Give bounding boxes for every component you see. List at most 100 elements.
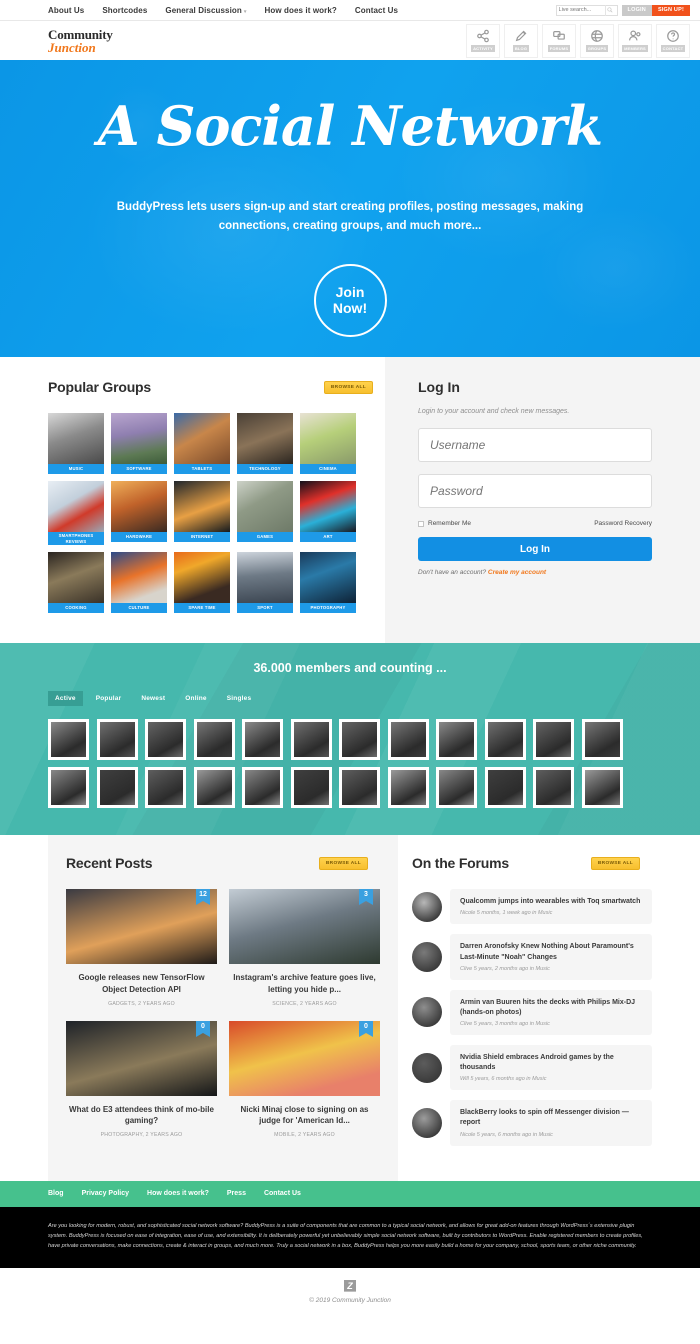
join-now-button[interactable]: Join Now! bbox=[313, 263, 387, 337]
search-box[interactable] bbox=[555, 4, 618, 16]
forum-item[interactable]: BlackBerry looks to spin off Messenger d… bbox=[412, 1100, 652, 1146]
username-input[interactable] bbox=[418, 428, 652, 462]
group-tile[interactable]: COOKING bbox=[48, 552, 104, 614]
member-avatar[interactable] bbox=[242, 719, 283, 761]
group-label: INTERNET bbox=[174, 532, 230, 542]
member-avatar[interactable] bbox=[339, 767, 380, 809]
members-tab-singles[interactable]: Singles bbox=[220, 691, 259, 706]
forum-author-avatar bbox=[412, 997, 442, 1028]
members-section: 36.000 members and counting ... Active Po… bbox=[0, 643, 700, 836]
logo-line-2: Junction bbox=[48, 39, 96, 55]
member-avatar[interactable] bbox=[145, 767, 186, 809]
member-avatar[interactable] bbox=[290, 767, 332, 809]
post-card[interactable]: 0 Nicki Minaj close to signing on as judg… bbox=[229, 1020, 380, 1138]
group-tile[interactable]: SOFTWARE bbox=[111, 413, 167, 474]
site-logo[interactable]: Community Junction bbox=[48, 28, 113, 54]
member-avatar[interactable] bbox=[339, 719, 380, 761]
member-avatar[interactable] bbox=[484, 767, 526, 809]
group-tile[interactable]: SPORT bbox=[237, 552, 293, 614]
member-avatar[interactable] bbox=[436, 719, 477, 761]
group-tile[interactable]: TECHNOLOGY bbox=[237, 413, 293, 474]
forum-item[interactable]: Qualcomm jumps into wearables with Toq s… bbox=[412, 889, 652, 925]
group-tile[interactable]: CULTURE bbox=[111, 552, 167, 614]
login-submit-button[interactable]: Log In bbox=[418, 537, 652, 561]
member-avatar[interactable] bbox=[533, 719, 574, 761]
forum-item[interactable]: Darren Aronofsky Knew Nothing About Para… bbox=[412, 934, 652, 980]
create-account-link[interactable]: Create my account bbox=[488, 569, 546, 576]
footer-nav-item-2[interactable]: How does it work? bbox=[147, 1190, 209, 1197]
post-card[interactable]: 3 Instagram's archive feature goes live, … bbox=[229, 889, 380, 1007]
member-avatar[interactable] bbox=[290, 719, 332, 761]
top-nav-item-0[interactable]: About Us bbox=[48, 6, 84, 15]
top-nav-item-2[interactable]: General Discussion ▾ bbox=[165, 6, 246, 15]
icon-nav-item-forums[interactable]: FORUMS bbox=[542, 23, 576, 58]
member-avatar[interactable] bbox=[242, 767, 283, 809]
hero-title: A Social Network bbox=[97, 94, 603, 158]
search-icon[interactable] bbox=[604, 4, 615, 16]
join-now-line-1: Join bbox=[335, 284, 365, 301]
member-avatar[interactable] bbox=[96, 719, 138, 761]
member-avatar[interactable] bbox=[484, 719, 526, 761]
member-avatar[interactable] bbox=[48, 767, 89, 809]
icon-nav-item-groups[interactable]: GROUPS bbox=[580, 23, 614, 58]
chat-icon bbox=[553, 31, 565, 40]
member-avatar[interactable] bbox=[387, 767, 429, 809]
top-nav-item-3[interactable]: How does it work? bbox=[265, 6, 337, 15]
post-meta: MOBILE, 2 YEARS AGO bbox=[274, 1131, 335, 1138]
groups-browse-all-button[interactable]: BROWSE ALL bbox=[323, 380, 373, 394]
footer-nav-item-0[interactable]: Blog bbox=[48, 1190, 64, 1197]
top-nav-item-1[interactable]: Shortcodes bbox=[102, 6, 147, 15]
group-label: SPORT bbox=[237, 603, 293, 614]
members-tab-newest[interactable]: Newest bbox=[134, 691, 172, 706]
member-avatar[interactable] bbox=[193, 767, 235, 809]
login-button[interactable]: LOGIN bbox=[621, 4, 652, 16]
group-tile[interactable]: TABLETS bbox=[174, 413, 230, 474]
password-input[interactable] bbox=[418, 474, 652, 508]
members-tab-active[interactable]: Active bbox=[48, 691, 83, 707]
group-tile[interactable]: INTERNET bbox=[174, 481, 230, 545]
member-avatar[interactable] bbox=[436, 767, 477, 809]
post-card[interactable]: 12 Google releases new TensorFlow Object … bbox=[66, 889, 217, 1007]
member-avatar[interactable] bbox=[533, 767, 574, 809]
group-tile[interactable]: SMARTPHONES REVIEWS bbox=[48, 481, 104, 546]
group-tile[interactable]: ART bbox=[300, 481, 356, 545]
members-avatars bbox=[0, 719, 700, 809]
group-tile[interactable]: MUSIC bbox=[48, 413, 104, 474]
forum-item[interactable]: Nvidia Shield embraces Android games by … bbox=[412, 1045, 652, 1091]
group-label: TECHNOLOGY bbox=[237, 464, 293, 474]
member-avatar[interactable] bbox=[581, 719, 623, 761]
member-avatar[interactable] bbox=[96, 767, 138, 809]
post-card[interactable]: 0 What do E3 attendees think of mo-bile g… bbox=[66, 1020, 217, 1138]
password-recovery-link[interactable]: Password Recovery bbox=[594, 520, 652, 527]
signup-button[interactable]: SIGN UP! bbox=[651, 4, 690, 16]
search-input[interactable] bbox=[558, 7, 605, 13]
group-tile[interactable]: CINEMA bbox=[300, 413, 356, 474]
icon-nav-item-blog[interactable]: BLOG bbox=[504, 23, 538, 58]
group-tile[interactable]: GAMES bbox=[237, 481, 293, 545]
icon-navigation: ACTIVITY BLOG FORUMS GROUPS MEMBERS CONTACT bbox=[466, 23, 690, 58]
members-tab-popular[interactable]: Popular bbox=[89, 691, 129, 706]
remember-me-checkbox[interactable] bbox=[418, 520, 424, 527]
footer-nav-item-3[interactable]: Press bbox=[227, 1190, 246, 1197]
member-avatar[interactable] bbox=[48, 719, 89, 761]
member-avatar[interactable] bbox=[145, 719, 186, 761]
avatar bbox=[584, 722, 620, 758]
icon-nav-item-contact[interactable]: CONTACT bbox=[656, 23, 690, 58]
footer-nav-item-1[interactable]: Privacy Policy bbox=[82, 1190, 129, 1197]
members-tab-online[interactable]: Online bbox=[178, 691, 213, 706]
group-tile[interactable]: PHOTOGRAPHY bbox=[300, 552, 356, 614]
group-label: CINEMA bbox=[300, 464, 356, 474]
member-avatar[interactable] bbox=[387, 719, 429, 761]
forum-item[interactable]: Armin van Buuren hits the decks with Phi… bbox=[412, 989, 652, 1036]
group-tile[interactable]: SPARE TIME bbox=[174, 552, 230, 614]
icon-nav-item-members[interactable]: MEMBERS bbox=[618, 23, 652, 58]
forums-browse-all-button[interactable]: BROWSE ALL bbox=[590, 856, 640, 870]
top-nav-item-4[interactable]: Contact Us bbox=[355, 6, 398, 15]
member-avatar[interactable] bbox=[581, 767, 623, 809]
footer-nav-item-4[interactable]: Contact Us bbox=[264, 1190, 301, 1197]
member-avatar[interactable] bbox=[193, 719, 235, 761]
icon-nav-item-activity[interactable]: ACTIVITY bbox=[466, 23, 500, 58]
posts-browse-all-button[interactable]: BROWSE ALL bbox=[318, 856, 368, 870]
avatar bbox=[51, 770, 86, 806]
group-tile[interactable]: HARDWARE bbox=[111, 481, 167, 545]
